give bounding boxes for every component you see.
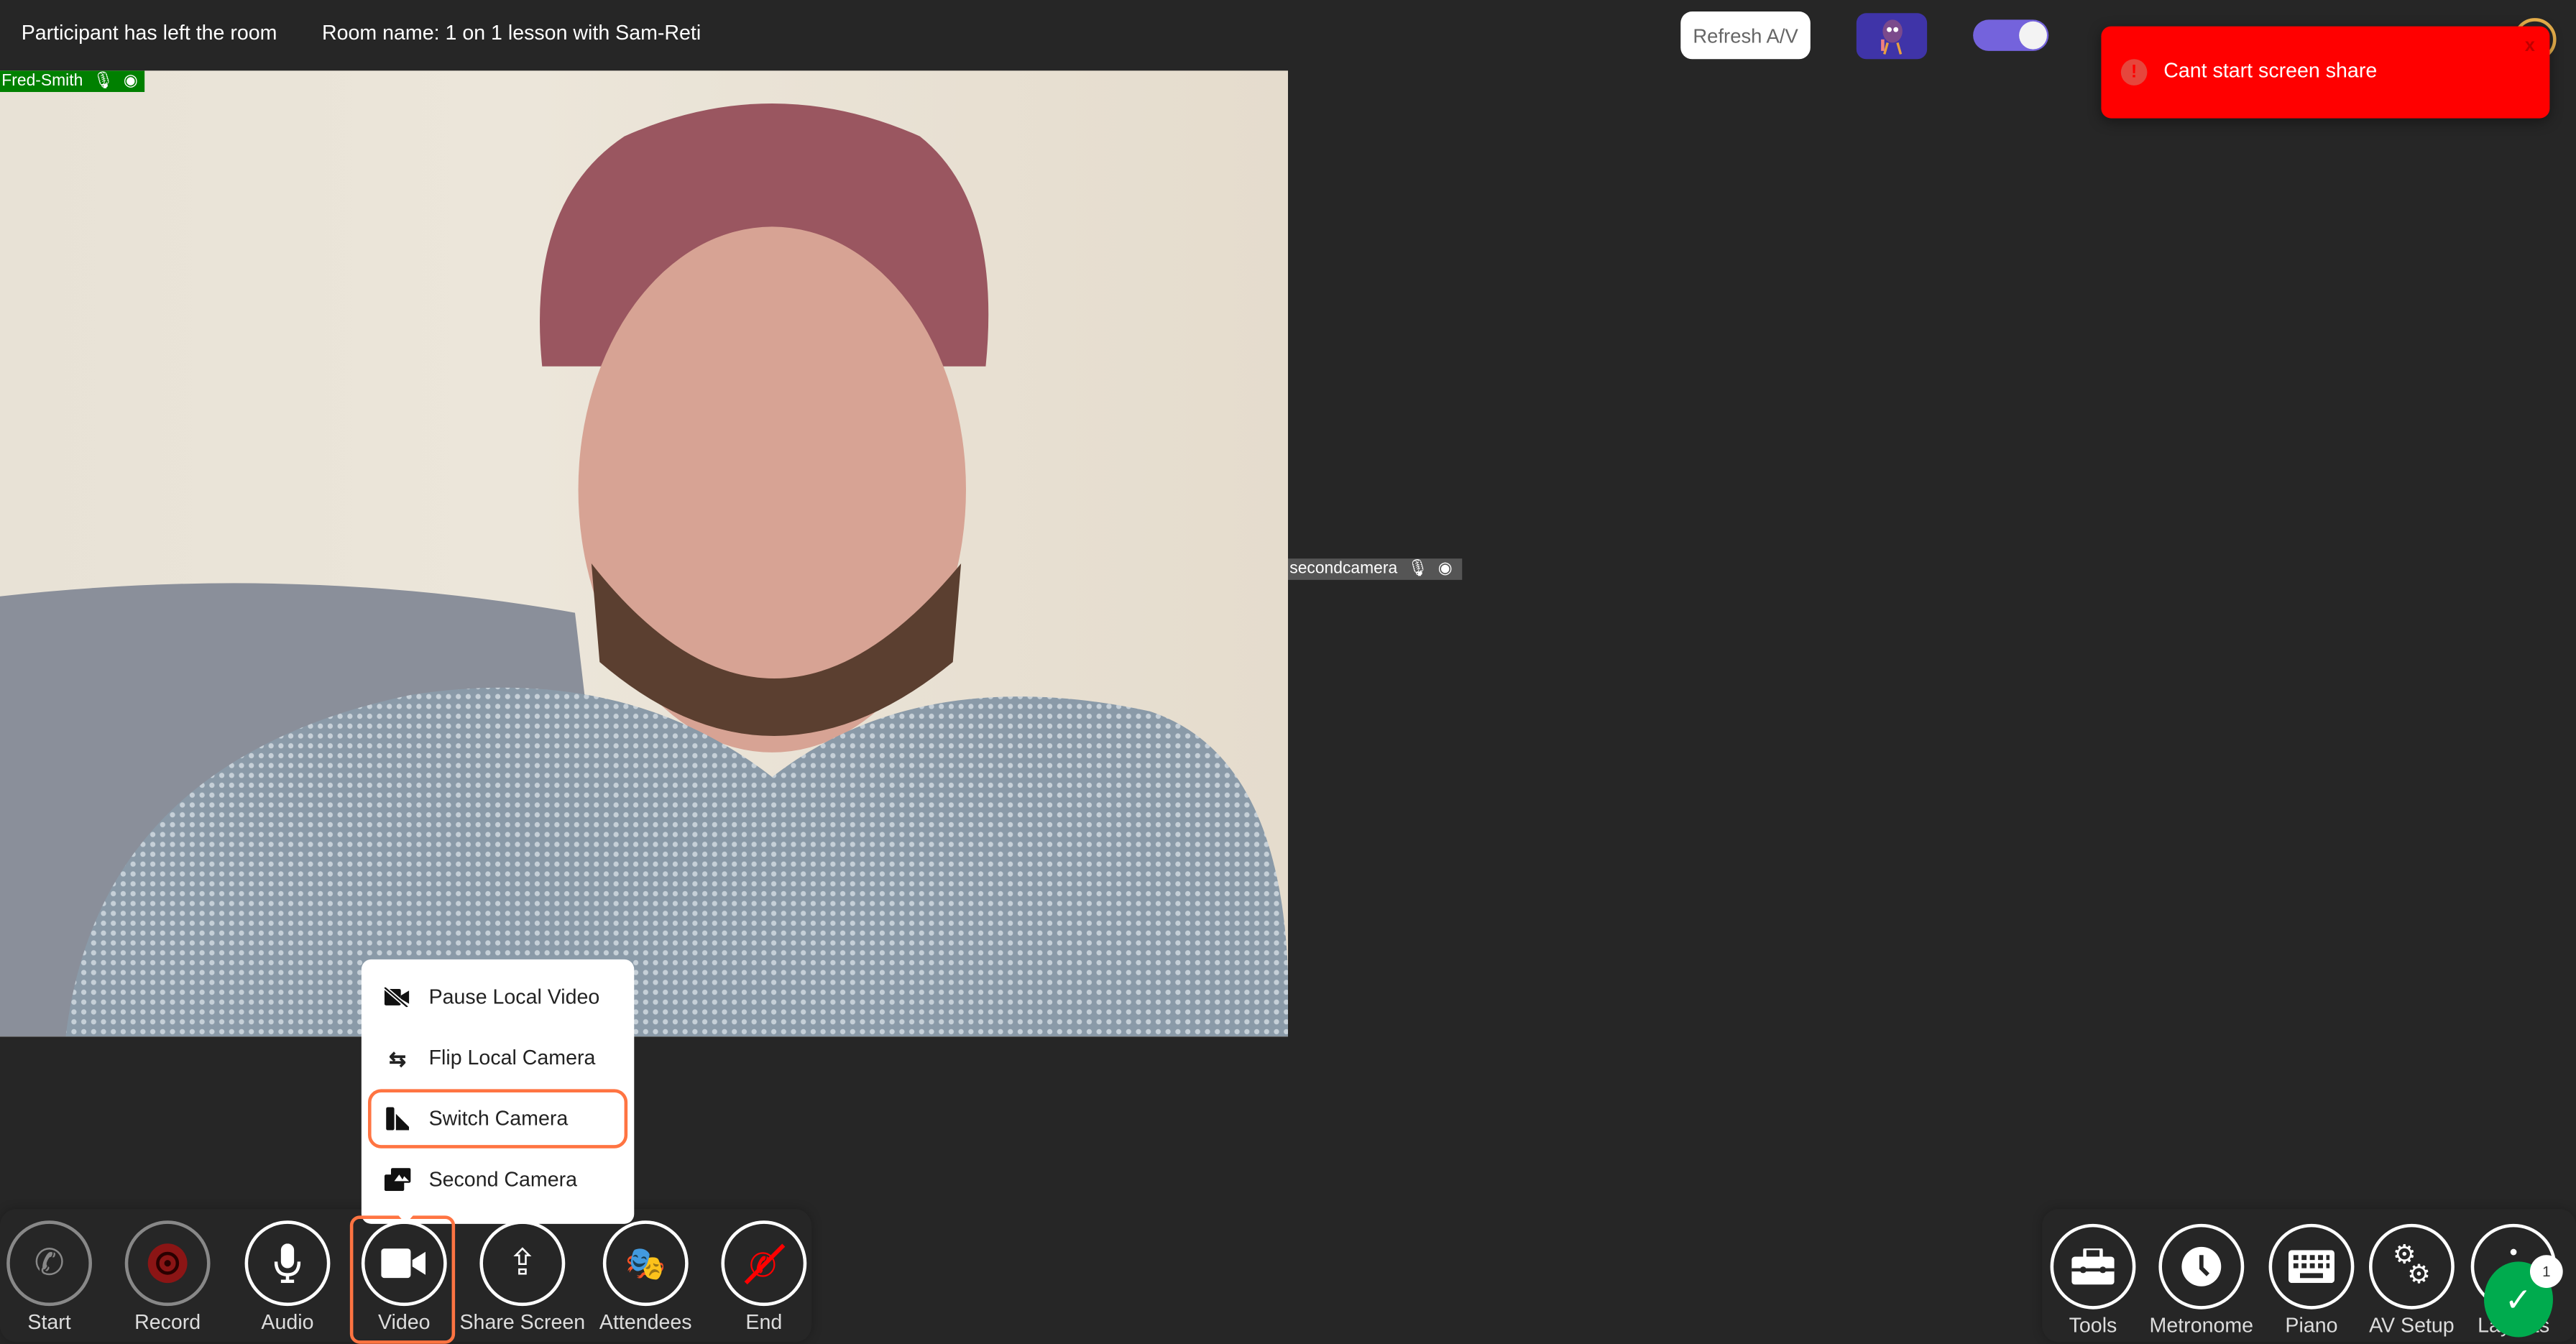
- error-icon: !: [2120, 59, 2148, 86]
- end-button[interactable]: ✆ End: [707, 1220, 822, 1334]
- button-label: Share Screen: [459, 1310, 586, 1334]
- microphone-icon: 🎙: [1407, 560, 1428, 579]
- menu-item-label: Second Camera: [428, 1168, 578, 1192]
- keyboard-icon: [2268, 1223, 2355, 1310]
- gears-icon: ⚙ ⚙: [2368, 1223, 2455, 1310]
- monster-avatar-icon: [1880, 19, 1902, 55]
- flip-icon: ⇆: [389, 1047, 407, 1071]
- menu-item-flip-local-camera[interactable]: ⇆ Flip Local Camera: [362, 1028, 634, 1087]
- video-off-icon: [384, 987, 411, 1008]
- record-icon: [124, 1220, 211, 1307]
- clock-icon: [2158, 1223, 2245, 1310]
- tools-button[interactable]: Tools: [2036, 1223, 2150, 1338]
- share-screen-button[interactable]: ⇪ Share Screen: [459, 1220, 585, 1334]
- menu-item-pause-local-video[interactable]: Pause Local Video: [362, 967, 634, 1026]
- toggle-knob: [2019, 21, 2047, 50]
- audio-button[interactable]: Audio: [230, 1220, 345, 1334]
- microphone-icon: [244, 1220, 331, 1307]
- menu-pointer: [394, 1210, 418, 1224]
- refresh-av-button[interactable]: Refresh A/V: [1680, 11, 1811, 60]
- app: Participant has left the room Room name:…: [0, 0, 2576, 1344]
- button-label: End: [745, 1310, 783, 1334]
- participant-tag: Fred-Smith 🎙 ◉: [0, 70, 144, 92]
- button-label: Piano: [2285, 1314, 2338, 1338]
- start-button[interactable]: ✆ Start: [0, 1220, 107, 1334]
- notification-badge: 1: [2529, 1255, 2563, 1288]
- end-call-icon: ✆: [721, 1220, 807, 1307]
- local-video: Fred-Smith 🎙 ◉: [0, 70, 1288, 1037]
- toast-message: Cant start screen share: [2163, 59, 2378, 83]
- share-screen-icon: ⇪: [479, 1220, 566, 1307]
- button-label: Metronome: [2149, 1314, 2254, 1338]
- microphone-icon: 🎙: [93, 72, 114, 91]
- menu-item-second-camera[interactable]: Second Camera: [362, 1150, 634, 1209]
- highlight-video-button: [349, 1215, 456, 1344]
- second-participant-name: secondcamera: [1289, 560, 1398, 579]
- attendees-button[interactable]: 🎭 Attendees: [588, 1220, 703, 1334]
- eye-icon: ◉: [123, 72, 138, 91]
- menu-item-label: Flip Local Camera: [428, 1046, 596, 1069]
- toast-close-button[interactable]: x: [2525, 36, 2535, 55]
- video-feed: [0, 103, 1288, 1037]
- second-camera-tag: secondcamera 🎙 ◉: [1287, 558, 1463, 580]
- button-label: Record: [134, 1310, 201, 1334]
- button-label: AV Setup: [2369, 1314, 2455, 1338]
- room-name: Room name: 1 on 1 lesson with Sam-Reti: [321, 21, 702, 45]
- button-label: Tools: [2069, 1314, 2117, 1338]
- second-camera-icon: [384, 1168, 411, 1192]
- highlight-switch-camera: [367, 1089, 628, 1149]
- phone-icon: ✆: [6, 1220, 92, 1307]
- av-setup-button[interactable]: ⚙ ⚙ AV Setup: [2354, 1223, 2469, 1338]
- toggle-switch[interactable]: [1973, 19, 2049, 51]
- record-button[interactable]: Record: [110, 1220, 225, 1334]
- eye-icon: ◉: [1438, 560, 1453, 579]
- participant-name: Fred-Smith: [1, 72, 83, 91]
- toolbox-icon: [2050, 1223, 2136, 1310]
- avatar[interactable]: [1856, 13, 1928, 60]
- button-label: Start: [27, 1310, 71, 1334]
- error-toast: ! Cant start screen share x: [2101, 26, 2550, 119]
- check-icon: ✓: [2504, 1281, 2533, 1319]
- menu-item-label: Pause Local Video: [428, 985, 600, 1009]
- status-text: Participant has left the room: [21, 21, 277, 45]
- button-label: Attendees: [599, 1310, 692, 1334]
- button-label: Audio: [261, 1310, 314, 1334]
- metronome-button[interactable]: Metronome: [2144, 1223, 2259, 1338]
- piano-button[interactable]: Piano: [2254, 1223, 2369, 1338]
- theater-masks-icon: 🎭: [602, 1220, 689, 1307]
